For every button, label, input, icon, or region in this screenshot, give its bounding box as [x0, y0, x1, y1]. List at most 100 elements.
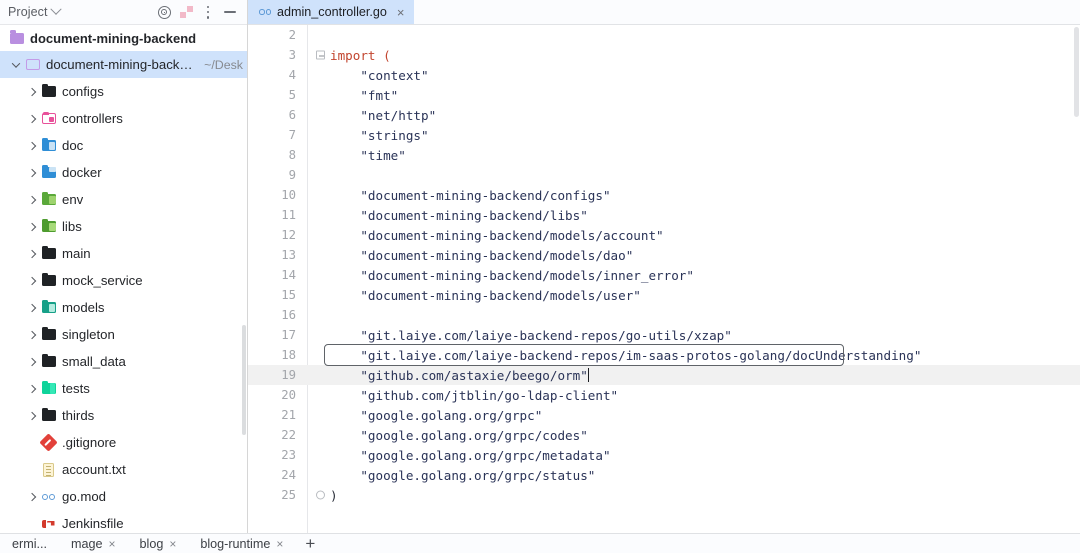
- fold-end-icon[interactable]: [316, 490, 325, 500]
- tree-item-models[interactable]: models: [0, 294, 247, 321]
- tree-item-go-mod[interactable]: go.mod: [0, 483, 247, 510]
- line-number: 18: [281, 348, 296, 362]
- select-opened-file-button[interactable]: [153, 1, 175, 23]
- add-tool-window-button[interactable]: +: [295, 534, 325, 553]
- tool-tab-label: mage: [70, 536, 103, 551]
- more-options-button[interactable]: [197, 1, 219, 23]
- project-sidebar: Project document-mining-backend document…: [0, 0, 248, 533]
- close-icon[interactable]: ×: [109, 537, 116, 551]
- code-text: "document-mining-backend/models/account": [330, 227, 664, 243]
- collapse-all-icon: [179, 5, 193, 19]
- editor-scrollbar[interactable]: [1074, 27, 1079, 117]
- tool-tab-blog-runtime[interactable]: blog-runtime ×: [188, 534, 295, 553]
- editor-tab-bar: admin_controller.go ×: [248, 0, 1080, 25]
- collapse-all-button[interactable]: [175, 1, 197, 23]
- code-area[interactable]: 2 3 import (4 "context" 5 "fmt" 6 "net/http"…: [248, 25, 1080, 533]
- fold-toggle-icon[interactable]: [316, 50, 325, 60]
- tree-item-account-txt[interactable]: account.txt: [0, 456, 247, 483]
- expand-arrow-icon[interactable]: [24, 492, 40, 501]
- code-line-9[interactable]: 9: [248, 165, 1080, 185]
- expand-arrow-icon[interactable]: [24, 195, 40, 204]
- editor-tab-admin-controller[interactable]: admin_controller.go ×: [248, 0, 414, 24]
- close-icon[interactable]: ×: [169, 537, 176, 551]
- tree-item--gitignore[interactable]: .gitignore: [0, 429, 247, 456]
- expand-arrow-icon[interactable]: [24, 168, 40, 177]
- tree-item-docker[interactable]: docker: [0, 159, 247, 186]
- code-text: "document-mining-backend/models/user": [330, 287, 641, 303]
- line-number: 25: [281, 488, 296, 502]
- tree-item-main[interactable]: main: [0, 240, 247, 267]
- expand-arrow-icon[interactable]: [24, 222, 40, 231]
- minimize-panel-button[interactable]: [219, 1, 241, 23]
- project-panel-title[interactable]: Project: [8, 3, 62, 19]
- item-type-icon: [40, 493, 57, 500]
- code-line-23[interactable]: 23 "google.golang.org/grpc/metadata": [248, 445, 1080, 465]
- close-icon[interactable]: ×: [276, 537, 283, 551]
- expand-arrow-icon[interactable]: [24, 411, 40, 420]
- sidebar-scrollbar[interactable]: [242, 325, 246, 435]
- text-caret: [587, 368, 590, 382]
- tree-item-label: models: [62, 300, 105, 315]
- code-line-6[interactable]: 6 "net/http": [248, 105, 1080, 125]
- project-root-header[interactable]: document-mining-backend: [0, 25, 247, 51]
- code-line-7[interactable]: 7 "strings": [248, 125, 1080, 145]
- tool-tab-mage[interactable]: mage ×: [59, 534, 128, 553]
- tree-item-doc[interactable]: doc: [0, 132, 247, 159]
- tree-item-tests[interactable]: tests: [0, 375, 247, 402]
- item-type-icon: [40, 299, 57, 313]
- project-tree[interactable]: document-mining-backend document-mining-…: [0, 25, 247, 533]
- tree-item-small-data[interactable]: small_data: [0, 348, 247, 375]
- item-type-icon: [40, 111, 57, 124]
- tree-item-label: libs: [62, 219, 82, 234]
- tree-item-controllers[interactable]: controllers: [0, 105, 247, 132]
- code-text: "git.laiye.com/laiye-backend-repos/go-ut…: [330, 327, 732, 343]
- tree-item-mock-service[interactable]: mock_service: [0, 267, 247, 294]
- line-number: 19: [281, 368, 296, 382]
- tree-item-thirds[interactable]: thirds: [0, 402, 247, 429]
- code-line-8[interactable]: 8 "time": [248, 145, 1080, 165]
- expand-arrow-icon[interactable]: [24, 330, 40, 339]
- expand-arrow-icon[interactable]: [24, 384, 40, 393]
- code-line-4[interactable]: 4 "context": [248, 65, 1080, 85]
- code-line-13[interactable]: 13 "document-mining-backend/models/dao": [248, 245, 1080, 265]
- code-line-5[interactable]: 5 "fmt": [248, 85, 1080, 105]
- code-line-20[interactable]: 20 "github.com/jtblin/go-ldap-client": [248, 385, 1080, 405]
- code-line-18[interactable]: 18 "git.laiye.com/laiye-backend-repos/im…: [248, 345, 1080, 365]
- code-line-21[interactable]: 21 "google.golang.org/grpc": [248, 405, 1080, 425]
- expand-arrow-icon[interactable]: [24, 141, 40, 150]
- expand-arrow-icon[interactable]: [24, 114, 40, 123]
- close-icon[interactable]: ×: [397, 6, 405, 19]
- tool-tab-ermi-[interactable]: ermi...: [0, 534, 59, 553]
- tree-item-document-mining-backend[interactable]: document-mining-backend ~/Desk: [0, 51, 247, 78]
- expand-arrow-icon[interactable]: [24, 249, 40, 258]
- code-line-24[interactable]: 24 "google.golang.org/grpc/status": [248, 465, 1080, 485]
- expand-arrow-icon[interactable]: [24, 276, 40, 285]
- project-panel-title-label: Project: [8, 5, 48, 19]
- tree-item-singleton[interactable]: singleton: [0, 321, 247, 348]
- code-line-11[interactable]: 11 "document-mining-backend/libs": [248, 205, 1080, 225]
- tree-item-label: small_data: [62, 354, 126, 369]
- tree-item-jenkinsfile[interactable]: Jenkinsfile: [0, 510, 247, 533]
- tree-item-configs[interactable]: configs: [0, 78, 247, 105]
- expand-arrow-icon[interactable]: [8, 58, 24, 68]
- code-line-19[interactable]: 19 "github.com/astaxie/beego/orm": [248, 365, 1080, 385]
- tree-item-env[interactable]: env: [0, 186, 247, 213]
- code-line-3[interactable]: 3 import (: [248, 45, 1080, 65]
- item-type-icon: [40, 326, 57, 340]
- line-number: 2: [288, 28, 296, 42]
- expand-arrow-icon[interactable]: [24, 87, 40, 96]
- code-line-25[interactable]: 25): [248, 485, 1080, 505]
- code-line-10[interactable]: 10 "document-mining-backend/configs": [248, 185, 1080, 205]
- code-line-15[interactable]: 15 "document-mining-backend/models/user": [248, 285, 1080, 305]
- code-line-2[interactable]: 2: [248, 25, 1080, 45]
- tree-item-libs[interactable]: libs: [0, 213, 247, 240]
- tool-tab-blog[interactable]: blog ×: [128, 534, 189, 553]
- code-text: "fmt": [330, 87, 399, 103]
- code-line-14[interactable]: 14 "document-mining-backend/models/inner…: [248, 265, 1080, 285]
- code-line-17[interactable]: 17 "git.laiye.com/laiye-backend-repos/go…: [248, 325, 1080, 345]
- code-line-22[interactable]: 22 "google.golang.org/grpc/codes": [248, 425, 1080, 445]
- expand-arrow-icon[interactable]: [24, 303, 40, 312]
- expand-arrow-icon[interactable]: [24, 357, 40, 366]
- code-line-12[interactable]: 12 "document-mining-backend/models/accou…: [248, 225, 1080, 245]
- code-line-16[interactable]: 16: [248, 305, 1080, 325]
